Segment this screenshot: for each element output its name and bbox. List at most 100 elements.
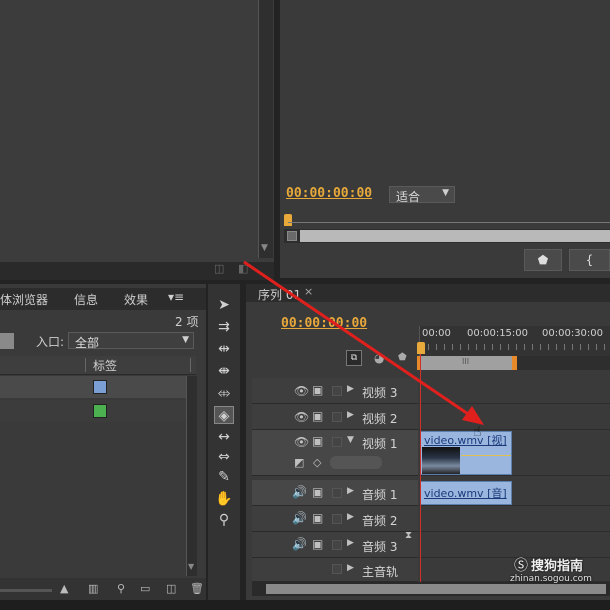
tab-sequence[interactable]: 序列 01 bbox=[258, 286, 301, 303]
track-lane-audio-2[interactable] bbox=[419, 506, 610, 532]
new-item-icon[interactable]: ◫ bbox=[166, 582, 176, 595]
timeline-scrollbar[interactable] bbox=[252, 582, 610, 596]
razor-tool-icon[interactable]: ◈ bbox=[214, 406, 234, 424]
timeline-scroll-thumb[interactable] bbox=[266, 584, 606, 594]
overlay-icon[interactable]: ◧ bbox=[238, 262, 248, 275]
track-lock-toggle[interactable] bbox=[332, 564, 342, 574]
program-zoom-bar[interactable] bbox=[284, 229, 610, 243]
eye-icon[interactable]: 👁 bbox=[294, 384, 309, 398]
display-style-icon[interactable]: ◩ bbox=[294, 456, 304, 469]
track-lane-video-3[interactable] bbox=[419, 378, 610, 404]
film-icon[interactable]: ▣ bbox=[312, 434, 323, 448]
zoom-bar-left-handle[interactable] bbox=[287, 231, 297, 241]
ruler-ticks bbox=[420, 344, 610, 350]
work-area-grip: III bbox=[462, 357, 470, 366]
mark-in-button[interactable]: { bbox=[569, 249, 610, 271]
snap-button[interactable]: ⧉ bbox=[346, 350, 362, 366]
expand-triangle-icon[interactable]: ▶ bbox=[347, 486, 354, 496]
column-divider[interactable] bbox=[85, 358, 86, 372]
audio-clip[interactable]: video.wmv [音] bbox=[420, 481, 512, 505]
selection-tool-icon[interactable]: ➤ bbox=[214, 296, 234, 314]
entry-select[interactable]: 全部 ▼ bbox=[68, 332, 194, 350]
automate-icon[interactable]: ▥ bbox=[88, 582, 98, 595]
eye-icon[interactable]: 👁 bbox=[294, 435, 309, 449]
project-search-field[interactable] bbox=[0, 333, 14, 349]
film-icon[interactable]: ▣ bbox=[312, 383, 323, 397]
zoom-slider[interactable] bbox=[0, 589, 52, 592]
chevron-down-icon: ▼ bbox=[182, 335, 189, 345]
track-lock-toggle[interactable] bbox=[332, 386, 342, 396]
rolling-edit-tool-icon[interactable]: ⇼ bbox=[214, 362, 234, 380]
track-lock-toggle[interactable] bbox=[332, 488, 342, 498]
track-name: 音频 2 bbox=[362, 514, 398, 528]
track-lock-toggle[interactable] bbox=[332, 540, 342, 550]
tab-effects[interactable]: 效果 bbox=[124, 291, 148, 308]
tab-media-browser[interactable]: 体浏览器 bbox=[0, 291, 48, 308]
zoom-bar-handle[interactable] bbox=[300, 230, 610, 242]
program-timecode[interactable]: 00:00:00:00 bbox=[286, 186, 372, 201]
speaker-icon[interactable]: 🔊 bbox=[292, 537, 307, 551]
fit-select[interactable]: 适合 ▼ bbox=[389, 186, 455, 204]
cursor-icon: ☝ bbox=[473, 424, 482, 440]
find-icon[interactable]: ⚲ bbox=[117, 582, 125, 595]
collapse-triangle-icon[interactable]: ▼ bbox=[347, 435, 354, 445]
marker-icon[interactable]: ⬟ bbox=[398, 352, 407, 363]
expand-triangle-icon[interactable]: ▶ bbox=[347, 410, 354, 420]
scroll-down-icon[interactable]: ▼ bbox=[261, 243, 268, 253]
project-list-scrollbar[interactable] bbox=[186, 376, 197, 576]
column-label-header[interactable]: 标签 bbox=[93, 357, 117, 374]
expand-triangle-icon[interactable]: ▶ bbox=[347, 563, 354, 573]
sequence-timecode[interactable]: 00:00:00:00 bbox=[281, 316, 367, 331]
add-marker-button[interactable]: ⬟ bbox=[524, 249, 562, 271]
keyframe-navigator[interactable] bbox=[330, 456, 382, 469]
source-monitor-scrollbar[interactable] bbox=[258, 0, 273, 258]
entry-select-value: 全部 bbox=[75, 336, 100, 350]
sequence-playhead[interactable] bbox=[417, 342, 425, 354]
expand-triangle-icon[interactable]: ▶ bbox=[347, 384, 354, 394]
track-name: 视频 3 bbox=[362, 386, 398, 400]
new-bin-icon[interactable]: ▭ bbox=[140, 582, 150, 595]
label-color-swatch[interactable] bbox=[93, 380, 107, 394]
speaker-icon[interactable]: 🔊 bbox=[292, 485, 307, 499]
label-color-swatch[interactable] bbox=[93, 404, 107, 418]
zoom-tool-icon[interactable]: ⚲ bbox=[214, 511, 234, 529]
film-icon[interactable]: ▣ bbox=[312, 537, 323, 551]
video-clip-label: video.wmv [视] bbox=[424, 434, 507, 447]
expand-triangle-icon[interactable]: ▶ bbox=[347, 512, 354, 522]
keyframe-icon[interactable]: ◇ bbox=[313, 456, 321, 469]
speaker-icon[interactable]: 🔊 bbox=[292, 511, 307, 525]
eye-icon[interactable]: 👁 bbox=[294, 410, 309, 424]
pen-tool-icon[interactable]: ✎ bbox=[214, 468, 234, 486]
rate-stretch-tool-icon[interactable]: ⤄ bbox=[214, 384, 234, 402]
add-marker-icon[interactable]: ◕ bbox=[374, 351, 384, 365]
track-lock-toggle[interactable] bbox=[332, 412, 342, 422]
snap-icon: ⧉ bbox=[350, 353, 358, 363]
slide-tool-icon[interactable]: ⇔ bbox=[214, 448, 234, 466]
scroll-down-icon[interactable]: ▼ bbox=[188, 562, 194, 571]
fit-select-value: 适合 bbox=[396, 190, 421, 204]
work-area-extension bbox=[517, 356, 610, 370]
column-divider[interactable] bbox=[190, 358, 191, 372]
hand-tool-icon[interactable]: ✋ bbox=[214, 490, 234, 508]
video-clip-thumbnail bbox=[422, 447, 460, 474]
zoom-mountain-icon[interactable]: ▲ bbox=[60, 582, 68, 595]
insert-icon[interactable]: ◫ bbox=[214, 262, 224, 275]
panel-menu-icon[interactable]: ▾≡ bbox=[168, 290, 184, 304]
source-monitor-footer bbox=[0, 262, 274, 280]
program-playhead[interactable] bbox=[284, 214, 292, 226]
close-icon[interactable]: × bbox=[304, 285, 313, 298]
video-clip[interactable]: video.wmv [视] bbox=[420, 431, 512, 475]
sync-lock-icon[interactable]: ⧗ bbox=[405, 530, 412, 541]
film-icon[interactable]: ▣ bbox=[312, 511, 323, 525]
trash-icon[interactable]: 🗑 bbox=[190, 582, 204, 595]
track-lock-toggle[interactable] bbox=[332, 514, 342, 524]
track-select-tool-icon[interactable]: ⇉ bbox=[214, 318, 234, 336]
track-lane-video-2[interactable] bbox=[419, 404, 610, 430]
slip-tool-icon[interactable]: ↔ bbox=[214, 428, 234, 446]
track-lock-toggle[interactable] bbox=[332, 437, 342, 447]
film-icon[interactable]: ▣ bbox=[312, 409, 323, 423]
tab-info[interactable]: 信息 bbox=[74, 291, 98, 308]
film-icon[interactable]: ▣ bbox=[312, 485, 323, 499]
ripple-edit-tool-icon[interactable]: ⇹ bbox=[214, 340, 234, 358]
expand-triangle-icon[interactable]: ▶ bbox=[347, 538, 354, 548]
